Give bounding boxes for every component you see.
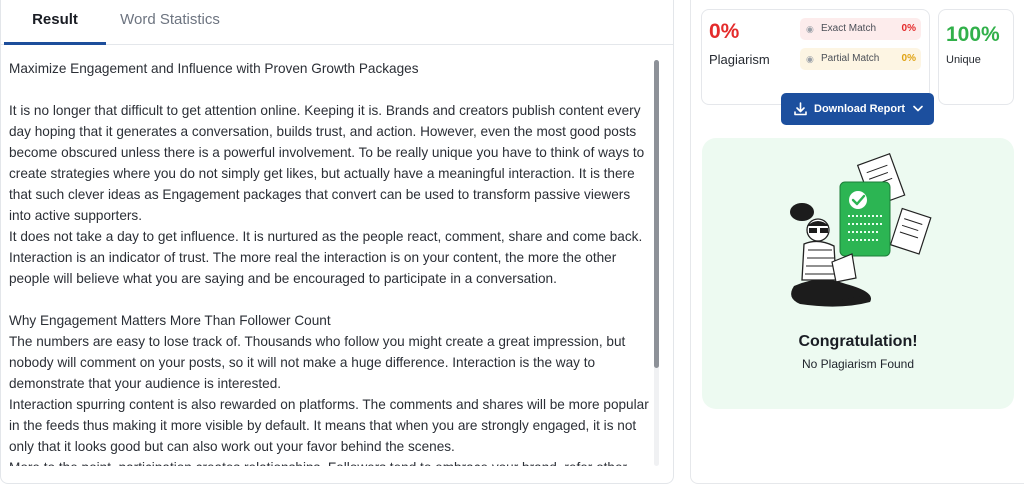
unique-percent: 100% bbox=[946, 23, 1000, 46]
exact-match-value: 0% bbox=[901, 23, 916, 34]
unique-label: Unique bbox=[946, 54, 981, 66]
eye-icon: ◉ bbox=[806, 54, 814, 64]
plagiarism-label: Plagiarism bbox=[709, 52, 770, 67]
paragraph: The numbers are easy to lose track of. T… bbox=[9, 334, 626, 391]
download-report-label: Download Report bbox=[814, 103, 906, 115]
tab-bar: Result Word Statistics bbox=[1, 0, 673, 45]
success-illustration bbox=[790, 152, 932, 307]
paragraph: Interaction spurring content is also rew… bbox=[9, 397, 649, 454]
tab-word-statistics[interactable]: Word Statistics bbox=[105, 0, 235, 45]
chevron-down-icon bbox=[913, 105, 923, 112]
congratulation-title: Congratulation! bbox=[798, 333, 918, 350]
download-report-button[interactable]: Download Report bbox=[781, 93, 934, 125]
section-heading: Why Engagement Matters More Than Followe… bbox=[9, 313, 331, 328]
paragraph: More to the point, participation creates… bbox=[9, 457, 652, 466]
paragraph: It is no longer that difficult to get at… bbox=[9, 103, 645, 223]
exact-match-badge: ◉ Exact Match 0% bbox=[800, 18, 921, 40]
paragraph: It does not take a day to get influence.… bbox=[9, 229, 643, 286]
eye-icon: ◉ bbox=[806, 24, 814, 34]
scrollbar-thumb[interactable] bbox=[654, 60, 659, 368]
download-icon bbox=[794, 102, 807, 116]
no-plagiarism-message: No Plagiarism Found bbox=[801, 357, 915, 371]
tab-result[interactable]: Result bbox=[4, 0, 106, 45]
partial-match-badge: ◉ Partial Match 0% bbox=[800, 48, 921, 70]
partial-match-value: 0% bbox=[901, 53, 916, 64]
document-text: Maximize Engagement and Influence with P… bbox=[9, 58, 652, 466]
exact-match-label: Exact Match bbox=[821, 23, 877, 34]
document-title: Maximize Engagement and Influence with P… bbox=[9, 61, 419, 76]
plagiarism-percent: 0% bbox=[709, 20, 740, 43]
partial-match-label: Partial Match bbox=[821, 53, 880, 64]
